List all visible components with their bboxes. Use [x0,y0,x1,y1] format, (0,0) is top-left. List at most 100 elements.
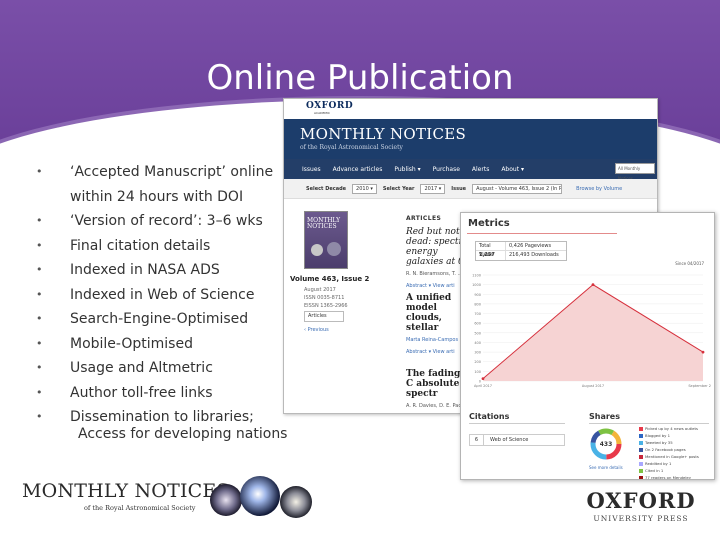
bullet-item: • Usage and Altmetric [36,356,286,381]
bullet-dot: • [36,336,43,350]
articles-button[interactable]: Articles [304,311,344,322]
shares-divider [589,423,709,424]
y-tick-label: 400 [474,341,481,345]
nav-about[interactable]: About ▾ [501,166,524,173]
issue-details: August 2017 ISSN 0035-8711 EISSN 1365-29… [304,286,348,310]
legend-label: Tweeted by 35 [645,440,673,445]
select-decade-dropdown[interactable]: 2010 ▾ [352,183,377,194]
bullet-dot: • [36,410,43,423]
bullet-item: • Author toll-free links [36,381,286,406]
bullet-dot: • [36,263,43,276]
slide: Online Publication • ‘Accepted Manuscript… [0,0,720,540]
legend-label: 77 readers on Mendeley [645,475,692,480]
views-line-chart: 110010009008007006005004003002001000Apri… [472,274,711,389]
downloads-value: 216,493 Downloads [509,252,559,258]
select-decade-label: Select Decade [306,185,347,192]
metrics-panel-screenshot: Metrics Total Views 0,426 Pageviews 1,25… [460,212,715,480]
bullet-text: Indexed in Web of Science [70,286,255,303]
bullet-dot: • [36,214,43,227]
citations-row[interactable]: 6 Web of Science [469,434,565,446]
x-tick-label: April 2017 [474,384,492,388]
bullet-item: • Search-Engine-Optimised [36,307,286,332]
citations-divider [469,423,565,424]
legend-swatch [639,468,643,473]
banner-title: MONTHLY NOTICES [300,125,467,143]
browse-by-volume-link[interactable]: Browse by Volume [576,186,622,192]
monthly-notices-logo: MONTHLY NOTICES of the Royal Astronomica… [22,480,229,512]
nav-advance-articles[interactable]: Advance articles [333,166,383,173]
bullet-text: Author toll-free links [70,384,213,401]
bullet-item: • Indexed in Web of Science [36,283,286,308]
y-tick-label: 200 [474,360,481,364]
eissn: EISSN 1365-2966 [304,303,348,309]
bullet-text: Search-Engine-Optimised [70,311,249,327]
bullet-item: • Mobile-Optimised [36,332,286,357]
pageviews-value: 0,426 Pageviews [509,243,552,249]
shares-legend-item: Picked up by 4 news outlets [639,425,713,432]
publisher-logo-sub: ACADEMIC [314,111,330,115]
metrics-summary-table: Total Views 0,426 Pageviews 1,257 216,49… [475,241,567,261]
metrics-since-label: Since 04/2017 [675,261,704,266]
citations-title: Citations [469,412,510,421]
nav-publish[interactable]: Publish ▾ [394,166,420,173]
issue-dropdown[interactable]: August - Volume 463, Issue 2 (In Progres… [472,183,563,194]
total-views-value: 1,257 [476,251,506,260]
issue-select-bar: Select Decade 2010 ▾ Select Year 2017 ▾ … [284,179,657,199]
legend-swatch [639,447,643,452]
legend-label: Reddited by 1 [645,461,672,466]
bullet-dot: • [36,165,43,178]
legend-swatch [639,454,643,459]
x-tick-label: September 2017 [688,384,711,388]
data-point [481,377,485,380]
select-year-dropdown[interactable]: 2017 ▾ [420,183,446,194]
y-tick-label: 700 [474,312,481,316]
bullet-dot: • [36,385,43,399]
citations-source: Web of Science [490,437,529,443]
article-title[interactable]: A unified model clouds, stellar [406,293,451,333]
bullet-item: • ‘Version of record’: 3–6 wks [36,209,286,234]
bullet-text: Dissemination to libraries; [70,409,254,425]
nav-purchase[interactable]: Purchase [433,166,460,173]
y-tick-label: 0 [479,380,481,384]
bullet-text: ‘Version of record’: 3–6 wks [70,213,263,229]
legend-swatch [639,461,643,466]
cover-planet-2 [327,242,341,256]
legend-swatch [639,433,643,438]
y-tick-label: 600 [474,322,481,326]
y-tick-label: 100 [474,370,481,374]
legend-swatch [639,475,643,479]
cover-planet-1 [311,244,323,256]
shares-total: 433 [600,441,613,448]
issn: ISSN 0035-8711 [304,295,345,301]
astronomy-images [210,476,312,518]
oup-logo-text: OXFORD [586,488,696,513]
nav-alerts[interactable]: Alerts [472,166,489,173]
legend-label: Cited in 1 [645,468,664,473]
site-search-input[interactable]: All Monthly Notices [615,163,655,181]
bullet-dot: • [36,312,43,325]
shares-details-link[interactable]: See more details [589,465,623,470]
journal-cover-image[interactable]: MONTHLY NOTICES [304,211,348,269]
bullet-text: Mobile-Optimised [70,335,193,352]
previous-issue-link[interactable]: ‹ Previous [304,327,329,333]
data-point [591,283,595,287]
bullet-list: • ‘Accepted Manuscript’ online within 24 … [36,160,286,430]
bullet-dot: • [36,238,43,252]
y-tick-label: 900 [474,293,481,297]
bullet-item: • Indexed in NASA ADS [36,258,286,283]
bullet-dot: • [36,361,43,374]
nav-issues[interactable]: Issues [302,166,321,173]
shares-legend-item: On 2 Facebook pages [639,446,713,453]
y-tick-label: 1000 [472,283,481,287]
metrics-title: Metrics [468,218,510,229]
site-top-bar: OXFORD ACADEMIC [284,99,657,119]
legend-label: On 2 Facebook pages [645,447,686,452]
legend-swatch [639,440,643,445]
legend-label: Mentioned in Google+ posts [645,454,699,459]
x-tick-label: August 2017 [582,384,604,388]
slide-title: Online Publication [206,58,514,98]
legend-label: Picked up by 4 news outlets [645,426,698,431]
select-year-label: Select Year [382,185,415,192]
y-tick-label: 1100 [472,274,481,278]
altmetric-donut-icon[interactable]: 433 [589,427,623,461]
